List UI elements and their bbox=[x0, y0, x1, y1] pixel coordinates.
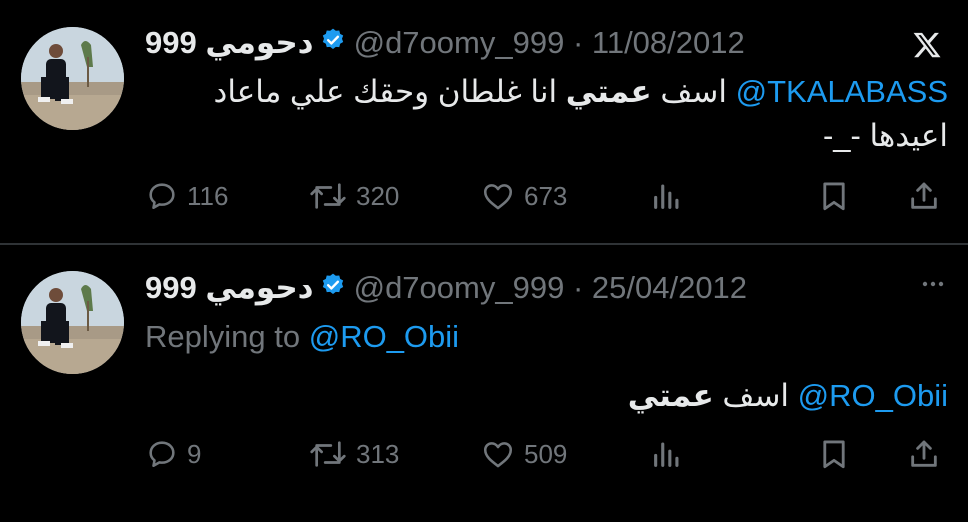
views-icon bbox=[654, 442, 679, 467]
text-segment: اسف bbox=[651, 74, 736, 109]
replying-handle-link[interactable]: @RO_Obii bbox=[309, 319, 459, 354]
timestamp[interactable]: 25/04/2012 bbox=[592, 270, 747, 305]
views-button[interactable] bbox=[650, 176, 684, 216]
timestamp[interactable]: 11/08/2012 bbox=[592, 25, 745, 60]
bookmark-button[interactable] bbox=[817, 176, 851, 216]
handle[interactable]: @d7oomy_999 bbox=[354, 270, 565, 305]
like-button[interactable]: 509 bbox=[480, 434, 567, 474]
tweet-card[interactable]: دحومي 999 @d7oomy_999 · 25/04/2012 Reply… bbox=[0, 245, 968, 522]
tweet-text: @RO_Obii اسف عمتي bbox=[145, 374, 948, 418]
verified-badge-icon bbox=[320, 268, 346, 308]
text-bold-segment: عمتي bbox=[565, 74, 652, 109]
retweet-count: 320 bbox=[356, 180, 400, 211]
x-logo-icon bbox=[913, 32, 941, 58]
action-bar: 9 313 509 bbox=[145, 434, 945, 474]
handle[interactable]: @d7oomy_999 bbox=[354, 25, 565, 60]
tweet-text-line-1: @RO_Obii اسف عمتي bbox=[145, 374, 948, 418]
reply-count: 9 bbox=[187, 438, 202, 469]
retweet-button[interactable]: 320 bbox=[308, 176, 399, 216]
like-icon bbox=[483, 184, 513, 210]
tweet-card[interactable]: دحومي 999 @d7oomy_999 · 11/08/2012 @TKAL… bbox=[0, 0, 968, 244]
like-button[interactable]: 673 bbox=[480, 176, 567, 216]
reply-count: 116 bbox=[187, 180, 229, 211]
text-segment: انا غلطان وحقك علي ماعاد bbox=[213, 74, 566, 109]
share-button[interactable] bbox=[907, 434, 941, 474]
retweet-icon bbox=[310, 183, 346, 209]
action-bar: 116 320 673 bbox=[145, 176, 945, 216]
share-button[interactable] bbox=[907, 176, 941, 216]
share-icon bbox=[911, 182, 937, 209]
retweet-count: 313 bbox=[356, 438, 400, 469]
tweet-text-line-2: اعيدها -_- bbox=[822, 118, 948, 153]
like-count: 509 bbox=[524, 438, 568, 469]
retweet-icon bbox=[310, 441, 346, 467]
mention-link[interactable]: @TKALABASS bbox=[736, 74, 948, 109]
retweet-button[interactable]: 313 bbox=[308, 434, 399, 474]
text-segment: اسف bbox=[713, 378, 798, 413]
text-bold-segment: عمتي bbox=[627, 378, 714, 413]
share-icon bbox=[911, 440, 937, 467]
tweet-header: دحومي 999 @d7oomy_999 · 25/04/2012 bbox=[145, 268, 848, 308]
separator-dot: · bbox=[572, 25, 584, 60]
replying-label: Replying to bbox=[145, 319, 301, 354]
reply-button[interactable]: 9 bbox=[145, 434, 201, 474]
avatar[interactable] bbox=[21, 27, 124, 130]
tweet-header: دحومي 999 @d7oomy_999 · 11/08/2012 bbox=[145, 23, 848, 63]
bookmark-icon bbox=[823, 440, 845, 469]
reply-icon bbox=[149, 441, 175, 468]
display-name[interactable]: دحومي 999 bbox=[145, 25, 314, 60]
display-name[interactable]: دحومي 999 bbox=[145, 270, 314, 305]
tweet-text-line-1: @TKALABASS اسف عمتي انا غلطان وحقك علي م… bbox=[145, 70, 948, 114]
more-icon[interactable] bbox=[922, 281, 944, 287]
bookmark-button[interactable] bbox=[817, 434, 851, 474]
reply-icon bbox=[149, 183, 175, 210]
verified-badge-icon bbox=[320, 23, 346, 63]
mention-link[interactable]: @RO_Obii bbox=[798, 378, 948, 413]
tweet-text: @TKALABASS اسف عمتي انا غلطان وحقك علي م… bbox=[145, 70, 948, 158]
views-icon bbox=[654, 184, 679, 209]
replying-to: Replying to @RO_Obii bbox=[145, 317, 459, 357]
views-button[interactable] bbox=[650, 434, 684, 474]
bookmark-icon bbox=[823, 182, 845, 211]
like-count: 673 bbox=[524, 180, 568, 211]
reply-button[interactable]: 116 bbox=[145, 176, 228, 216]
avatar[interactable] bbox=[21, 271, 124, 374]
separator-dot: · bbox=[572, 270, 584, 305]
like-icon bbox=[483, 442, 513, 468]
